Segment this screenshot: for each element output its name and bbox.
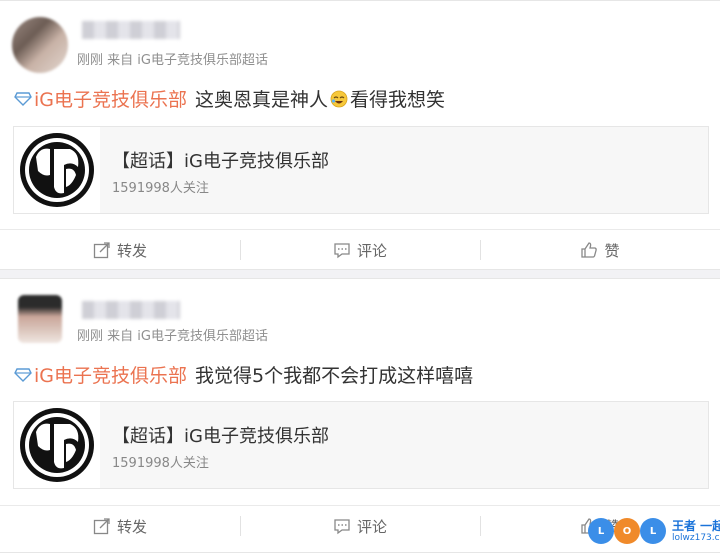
weibo-post: 刚刚 来自 iG电子竞技俱乐部超话 iG电子竞技俱乐部 我觉得5个我都不会打成这… [0, 278, 720, 553]
supertopic-title[interactable]: 【超话】iG电子竞技俱乐部 [112, 422, 329, 448]
watermark-letter: L [588, 518, 614, 544]
watermark-url: lolwz173.com [672, 533, 720, 543]
repost-button[interactable]: 转发 [0, 506, 240, 546]
supertopic-card[interactable]: 【超话】iG电子竞技俱乐部 1591998人关注 [13, 126, 709, 214]
repost-icon [93, 242, 110, 259]
supertopic-followers: 1591998人关注 [112, 456, 209, 471]
like-label: 赞 [604, 241, 620, 260]
post-body-end: 看得我想笑 [350, 89, 446, 111]
post-text: iG电子竞技俱乐部 我觉得5个我都不会打成这样嘻嘻 [14, 361, 473, 388]
username-blurred[interactable] [82, 301, 180, 319]
post-meta: 刚刚 来自 iG电子竞技俱乐部超话 [77, 329, 268, 344]
topic-link[interactable]: iG电子竞技俱乐部 [34, 361, 187, 388]
comment-icon [334, 243, 350, 259]
avatar[interactable] [18, 295, 62, 343]
laughing-emoji-icon [330, 90, 348, 107]
supertopic-title[interactable]: 【超话】iG电子竞技俱乐部 [112, 147, 329, 173]
like-button[interactable]: 赞 [480, 230, 720, 270]
comment-button[interactable]: 评论 [240, 230, 480, 270]
repost-label: 转发 [116, 517, 147, 536]
diamond-icon [14, 91, 32, 106]
post-meta: 刚刚 来自 iG电子竞技俱乐部超话 [77, 53, 268, 68]
post-text: iG电子竞技俱乐部 这奥恩真是神人 看得我想笑 [14, 85, 445, 112]
watermark-letter: O [614, 518, 640, 544]
comment-label: 评论 [356, 517, 387, 536]
repost-label: 转发 [116, 241, 147, 260]
action-bar: 转发 评论 赞 [0, 229, 720, 270]
weibo-post: 刚刚 来自 iG电子竞技俱乐部超话 iG电子竞技俱乐部 这奥恩真是神人 看得我想… [0, 0, 720, 270]
ig-logo-icon [14, 402, 100, 488]
watermark-letter: L [640, 518, 666, 544]
supertopic-card[interactable]: 【超话】iG电子竞技俱乐部 1591998人关注 [13, 401, 709, 489]
ig-logo-icon [14, 127, 100, 213]
site-watermark: L O L 王者 一起上 lolwz173.com [588, 515, 720, 549]
post-body: 这奥恩真是神人 [195, 89, 329, 111]
comment-icon [334, 519, 350, 535]
repost-icon [93, 518, 110, 535]
topic-link[interactable]: iG电子竞技俱乐部 [34, 85, 187, 112]
username-blurred[interactable] [82, 21, 180, 39]
thumbs-up-icon [581, 242, 598, 258]
supertopic-followers: 1591998人关注 [112, 181, 209, 196]
comment-button[interactable]: 评论 [240, 506, 480, 546]
avatar[interactable] [12, 17, 68, 73]
diamond-icon [14, 367, 32, 382]
watermark-title: 王者 一起上 [672, 519, 720, 533]
post-body: 我觉得5个我都不会打成这样嘻嘻 [195, 365, 474, 387]
comment-label: 评论 [356, 241, 387, 260]
repost-button[interactable]: 转发 [0, 230, 240, 270]
